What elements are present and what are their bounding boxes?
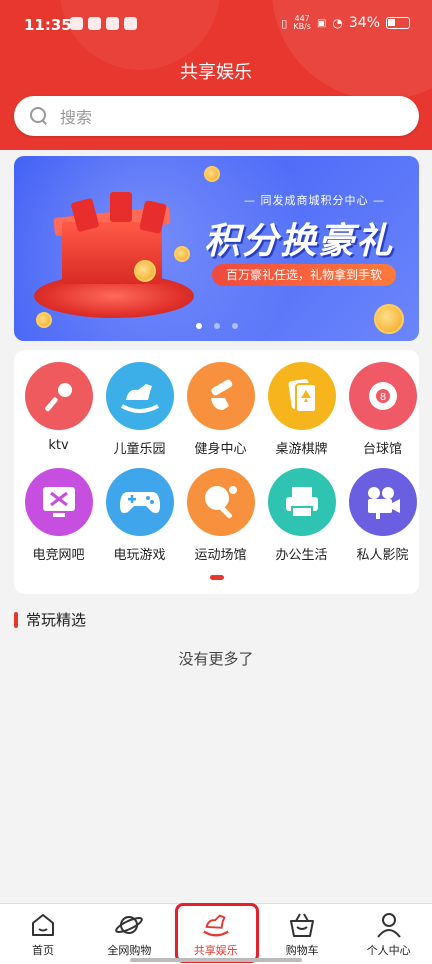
notification-icon [124, 17, 137, 30]
printer-icon [267, 468, 336, 536]
coin-icon [374, 304, 404, 334]
tab-label: 全网购物 [107, 944, 152, 957]
section-title: 常玩精选 [26, 611, 87, 629]
tab-user[interactable]: 个人中心 [346, 904, 432, 958]
grid-pagination-indicator [210, 575, 224, 580]
dumbbell-icon [186, 362, 255, 430]
wifi-icon: ◔ [332, 16, 343, 30]
home-icon [28, 910, 58, 940]
status-right: ▯ 447 KB/s ▣ ◔ 34% [281, 15, 410, 31]
battery-icon [386, 17, 410, 29]
microphone-icon [24, 362, 93, 430]
category-label: 电玩游戏 [113, 548, 166, 563]
esports-monitor-icon [24, 468, 93, 536]
pagination-dot [213, 323, 220, 329]
rocking-horse-icon [105, 362, 174, 430]
category-gamepad[interactable]: 电玩游戏 [99, 468, 180, 563]
network-speed-unit: KB/s [293, 22, 311, 31]
banner-headline: 积分换豪礼 [204, 221, 395, 262]
tab-label: 购物车 [285, 944, 319, 957]
empty-state-text: 没有更多了 [178, 650, 254, 668]
billiard-ball-icon: 8 [348, 362, 417, 430]
status-time: 11:35 [24, 16, 72, 34]
coin-icon [134, 260, 156, 282]
category-label: 办公生活 [275, 548, 328, 563]
active-tab-highlight [175, 903, 259, 963]
coin-icon [174, 246, 190, 262]
category-rocking-horse[interactable]: 儿童乐园 [99, 362, 180, 457]
promo-banner[interactable]: — 同发成商城积分中心 — 积分换豪礼 百万豪礼任选，礼物拿到手软 [14, 156, 419, 341]
playing-cards-icon [267, 362, 336, 430]
section-header: 常玩精选 [14, 609, 86, 630]
gamepad-icon [105, 468, 174, 536]
category-ping-pong[interactable]: 运动场馆 [180, 468, 261, 563]
red-envelope-icon [110, 192, 132, 222]
tab-label: 首页 [32, 944, 54, 957]
search-placeholder: 搜索 [60, 108, 93, 127]
category-label: 私人影院 [356, 548, 409, 563]
banner-subtitle: — 同发成商城积分中心 — [244, 194, 385, 207]
basket-icon [287, 910, 317, 940]
category-label: 电竞网吧 [32, 548, 85, 563]
coin-icon [204, 166, 220, 182]
category-label: 台球馆 [362, 442, 402, 457]
tab-label: 个人中心 [366, 944, 411, 957]
notification-icon [106, 17, 119, 30]
planet-icon [114, 910, 144, 940]
pagination-dot [195, 323, 202, 329]
sim-icon: ▣ [316, 17, 327, 29]
category-label: 健身中心 [194, 442, 247, 457]
page-title: 共享娱乐 [180, 62, 252, 83]
movie-camera-icon [348, 468, 417, 536]
search-icon [30, 107, 48, 125]
svg-text:8: 8 [379, 392, 385, 403]
category-billiard-ball[interactable]: 8 台球馆 [342, 362, 423, 457]
vibrate-icon: ▯ [281, 16, 288, 30]
category-printer[interactable]: 办公生活 [261, 468, 342, 563]
section-marker [14, 611, 18, 628]
category-dumbbell[interactable]: 健身中心 [180, 362, 261, 457]
category-grid: ktv 儿童乐园 健身中心 桌游棋牌 8 台球馆电竞网吧 电玩游戏 运动场馆 办公生活 私人影院 [14, 350, 419, 594]
tab-planet[interactable]: 全网购物 [86, 904, 172, 958]
tab-home[interactable]: 首页 [0, 904, 86, 958]
user-icon [374, 910, 404, 940]
tab-basket[interactable]: 购物车 [259, 904, 345, 958]
category-movie-camera[interactable]: 私人影院 [342, 468, 423, 563]
category-playing-cards[interactable]: 桌游棋牌 [261, 362, 342, 457]
category-label: 运动场馆 [194, 548, 247, 563]
notification-icons [70, 17, 137, 30]
notification-icon [70, 17, 83, 30]
ping-pong-icon [186, 468, 255, 536]
status-bar: 11:35 ▯ 447 KB/s ▣ ◔ 34% [0, 0, 432, 50]
gesture-bar [130, 958, 302, 962]
category-label: 桌游棋牌 [275, 442, 328, 457]
category-esports-monitor[interactable]: 电竞网吧 [18, 468, 99, 563]
pagination-dot [231, 323, 238, 329]
banner-pagination [14, 323, 419, 329]
category-label: 儿童乐园 [113, 442, 166, 457]
category-microphone[interactable]: ktv [18, 362, 99, 453]
battery-percent: 34% [348, 15, 380, 31]
banner-tag: 百万豪礼任选，礼物拿到手软 [212, 264, 397, 286]
network-speed: 447 KB/s [293, 15, 311, 31]
notification-icon [88, 17, 101, 30]
search-bar[interactable]: 搜索 [14, 96, 419, 136]
category-label: ktv [48, 438, 69, 453]
